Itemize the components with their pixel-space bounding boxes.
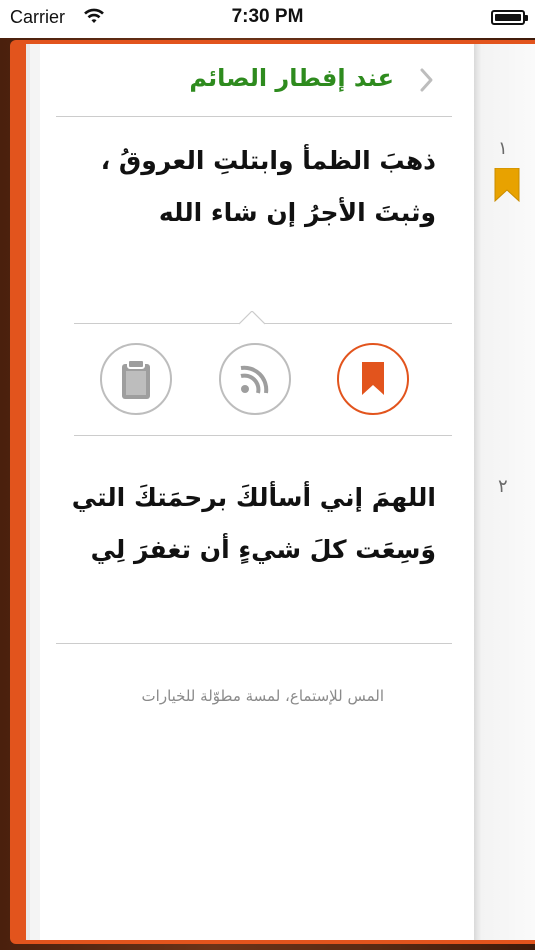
dua-line: وثبتَ الأجرُ إن شاء الله bbox=[158, 198, 436, 227]
toolbar-divider-bottom bbox=[74, 435, 452, 436]
clipboard-icon bbox=[122, 359, 150, 399]
copy-button[interactable] bbox=[100, 343, 172, 415]
entry-number-1[interactable]: ١ bbox=[498, 138, 508, 159]
dua-text-2[interactable]: اللهمَ إني أسألكَ برحمَتكَ التي وَسِعَت … bbox=[56, 472, 436, 576]
feed-icon bbox=[240, 365, 269, 394]
bookmark-button[interactable] bbox=[337, 343, 409, 415]
share-button[interactable] bbox=[219, 343, 291, 415]
bookmark-ribbon-icon[interactable] bbox=[494, 168, 520, 202]
dua-text-1[interactable]: ذهبَ الظمأ وابتلتِ العروقُ ، وثبتَ الأجر… bbox=[56, 135, 436, 239]
usage-hint: المس للإستماع، لمسة مطوّلة للخيارات bbox=[141, 687, 384, 705]
bookmark-icon bbox=[362, 362, 384, 395]
dua-line: اللهمَ إني أسألكَ برحمَتكَ التي bbox=[71, 483, 436, 512]
content-page: عند إفطار الصائم ذهبَ الظمأ وابتلتِ العر… bbox=[40, 44, 474, 940]
toolbar-pointer bbox=[239, 311, 265, 325]
dua-line: وَسِعَت كلَ شيءٍ أن تغفرَ لِي bbox=[90, 535, 436, 564]
clock: 7:30 PM bbox=[231, 6, 304, 27]
dua-line: ذهبَ الظمأ وابتلتِ العروقُ ، bbox=[100, 146, 436, 175]
divider bbox=[56, 643, 452, 644]
battery-icon bbox=[491, 10, 528, 25]
entry-number-2[interactable]: ٢ bbox=[498, 476, 508, 497]
divider bbox=[56, 116, 452, 117]
page-title: عند إفطار الصائم bbox=[189, 64, 394, 92]
status-bar: Carrier 7:30 PM bbox=[0, 0, 535, 38]
chevron-right-icon[interactable] bbox=[414, 66, 438, 94]
